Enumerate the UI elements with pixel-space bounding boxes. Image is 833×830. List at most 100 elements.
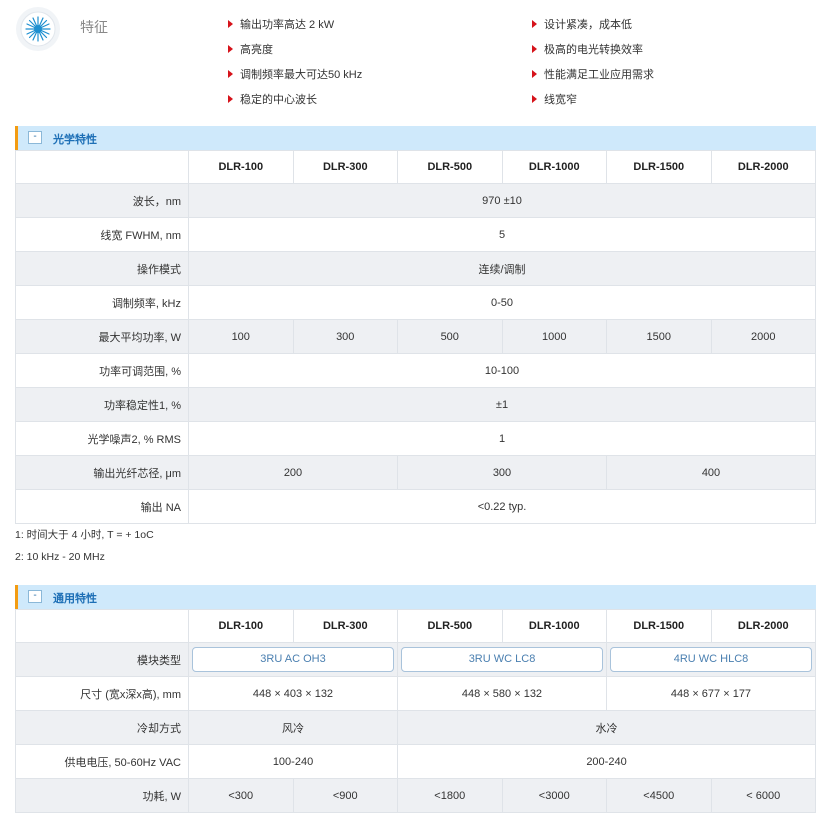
general-section-header[interactable]: - 通用特性 bbox=[15, 585, 816, 609]
module-type-link[interactable]: 4RU WC HLC8 bbox=[610, 647, 812, 672]
bullet-arrow-icon bbox=[228, 95, 233, 104]
table-header-row: DLR-100 DLR-300 DLR-500 DLR-1000 DLR-150… bbox=[15, 609, 816, 643]
table-row: 最大平均功率, W 100 300 500 1000 1500 2000 bbox=[15, 319, 816, 354]
optical-spec-table: DLR-100 DLR-300 DLR-500 DLR-1000 DLR-150… bbox=[15, 150, 816, 524]
model-header: DLR-100 bbox=[188, 609, 294, 643]
module-cell: 3RU AC OH3 bbox=[188, 642, 398, 677]
row-label: 功耗, W bbox=[15, 778, 189, 813]
row-value: 100-240 bbox=[188, 744, 398, 779]
row-value: <3000 bbox=[501, 778, 607, 813]
row-value: <300 bbox=[188, 778, 294, 813]
row-value: 500 bbox=[397, 319, 503, 354]
footnote: 1: 时间大于 4 小时, T = + 1oC bbox=[15, 529, 154, 541]
row-value: <4500 bbox=[606, 778, 712, 813]
row-label: 调制频率, kHz bbox=[15, 285, 189, 320]
row-value: 风冷 bbox=[188, 710, 398, 745]
feature-item: 性能满足工业应用需求 bbox=[532, 66, 654, 82]
table-row: 光学噪声2, % RMS 1 bbox=[15, 421, 816, 456]
row-value: 连续/调制 bbox=[188, 251, 816, 286]
module-type-link[interactable]: 3RU AC OH3 bbox=[192, 647, 394, 672]
optical-section-header[interactable]: - 光学特性 bbox=[15, 126, 816, 150]
model-header: DLR-300 bbox=[292, 609, 398, 643]
row-value: 0-50 bbox=[188, 285, 816, 320]
row-value: <0.22 typ. bbox=[188, 489, 816, 524]
row-label: 光学噪声2, % RMS bbox=[15, 421, 189, 456]
row-label: 尺寸 (宽x深x高), mm bbox=[15, 676, 189, 711]
row-value: 448 × 580 × 132 bbox=[397, 676, 607, 711]
laser-burst-icon bbox=[16, 7, 60, 51]
model-header: DLR-2000 bbox=[710, 609, 816, 643]
table-row: 调制频率, kHz 0-50 bbox=[15, 285, 816, 320]
bullet-arrow-icon bbox=[532, 20, 537, 29]
table-row: 功率可调范围, % 10-100 bbox=[15, 353, 816, 388]
module-cell: 3RU WC LC8 bbox=[397, 642, 607, 677]
row-value: < 6000 bbox=[710, 778, 816, 813]
table-header-row: DLR-100 DLR-300 DLR-500 DLR-1000 DLR-150… bbox=[15, 150, 816, 184]
module-cell: 4RU WC HLC8 bbox=[606, 642, 816, 677]
row-label: 线宽 FWHM, nm bbox=[15, 217, 189, 252]
row-label: 波长，nm bbox=[15, 183, 189, 218]
feature-item: 高亮度 bbox=[228, 41, 273, 57]
row-label: 供电电压, 50-60Hz VAC bbox=[15, 744, 189, 779]
feature-item: 极高的电光转换效率 bbox=[532, 41, 643, 57]
model-header: DLR-2000 bbox=[710, 150, 816, 184]
table-row: 尺寸 (宽x深x高), mm 448 × 403 × 132 448 × 580… bbox=[15, 676, 816, 711]
collapse-toggle-button[interactable]: - bbox=[28, 590, 42, 603]
model-header: DLR-1000 bbox=[501, 150, 607, 184]
row-value: 1000 bbox=[501, 319, 607, 354]
row-value: <900 bbox=[292, 778, 398, 813]
row-value: 970 ±10 bbox=[188, 183, 816, 218]
row-value: 400 bbox=[606, 455, 816, 490]
row-value: 200-240 bbox=[397, 744, 816, 779]
table-row: 线宽 FWHM, nm 5 bbox=[15, 217, 816, 252]
bullet-arrow-icon bbox=[532, 70, 537, 79]
row-value: 1500 bbox=[606, 319, 712, 354]
row-value: 2000 bbox=[710, 319, 816, 354]
table-row: 功率稳定性1, % ±1 bbox=[15, 387, 816, 422]
features-title: 特征 bbox=[80, 19, 108, 35]
collapse-toggle-button[interactable]: - bbox=[28, 131, 42, 144]
row-label: 功率可调范围, % bbox=[15, 353, 189, 388]
row-value: 水冷 bbox=[397, 710, 816, 745]
table-row: 功耗, W <300 <900 <1800 <3000 <4500 < 6000 bbox=[15, 778, 816, 813]
row-value: 300 bbox=[292, 319, 398, 354]
model-header: DLR-300 bbox=[292, 150, 398, 184]
bullet-arrow-icon bbox=[228, 20, 233, 29]
row-value: 300 bbox=[397, 455, 607, 490]
table-row: 模块类型 3RU AC OH3 3RU WC LC8 4RU WC HLC8 bbox=[15, 642, 816, 677]
section-title: 光学特性 bbox=[53, 134, 97, 146]
header-empty-cell bbox=[15, 150, 189, 184]
module-type-link[interactable]: 3RU WC LC8 bbox=[401, 647, 603, 672]
bullet-arrow-icon bbox=[532, 45, 537, 54]
row-label: 功率稳定性1, % bbox=[15, 387, 189, 422]
bullet-arrow-icon bbox=[228, 45, 233, 54]
row-value: 5 bbox=[188, 217, 816, 252]
table-row: 供电电压, 50-60Hz VAC 100-240 200-240 bbox=[15, 744, 816, 779]
model-header: DLR-1000 bbox=[501, 609, 607, 643]
model-header: DLR-1500 bbox=[606, 609, 712, 643]
row-label: 操作模式 bbox=[15, 251, 189, 286]
model-header: DLR-500 bbox=[397, 150, 503, 184]
feature-item: 设计紧凑，成本低 bbox=[532, 16, 632, 32]
row-label: 模块类型 bbox=[15, 642, 189, 677]
feature-item: 线宽窄 bbox=[532, 91, 577, 107]
row-label: 输出光纤芯径, μm bbox=[15, 455, 189, 490]
row-value: 200 bbox=[188, 455, 398, 490]
table-row: 波长，nm 970 ±10 bbox=[15, 183, 816, 218]
header-empty-cell bbox=[15, 609, 189, 643]
row-value: 1 bbox=[188, 421, 816, 456]
table-row: 冷却方式 风冷 水冷 bbox=[15, 710, 816, 745]
general-spec-table: DLR-100 DLR-300 DLR-500 DLR-1000 DLR-150… bbox=[15, 609, 816, 813]
section-title: 通用特性 bbox=[53, 593, 97, 605]
table-row: 输出光纤芯径, μm 200 300 400 bbox=[15, 455, 816, 490]
feature-item: 调制频率最大可达50 kHz bbox=[228, 66, 362, 82]
model-header: DLR-500 bbox=[397, 609, 503, 643]
row-value: 10-100 bbox=[188, 353, 816, 388]
footnote: 2: 10 kHz - 20 MHz bbox=[15, 551, 105, 563]
row-value: 448 × 677 × 177 bbox=[606, 676, 816, 711]
model-header: DLR-1500 bbox=[606, 150, 712, 184]
table-row: 输出 NA <0.22 typ. bbox=[15, 489, 816, 524]
bullet-arrow-icon bbox=[228, 70, 233, 79]
feature-item: 输出功率高达 2 kW bbox=[228, 16, 334, 32]
bullet-arrow-icon bbox=[532, 95, 537, 104]
